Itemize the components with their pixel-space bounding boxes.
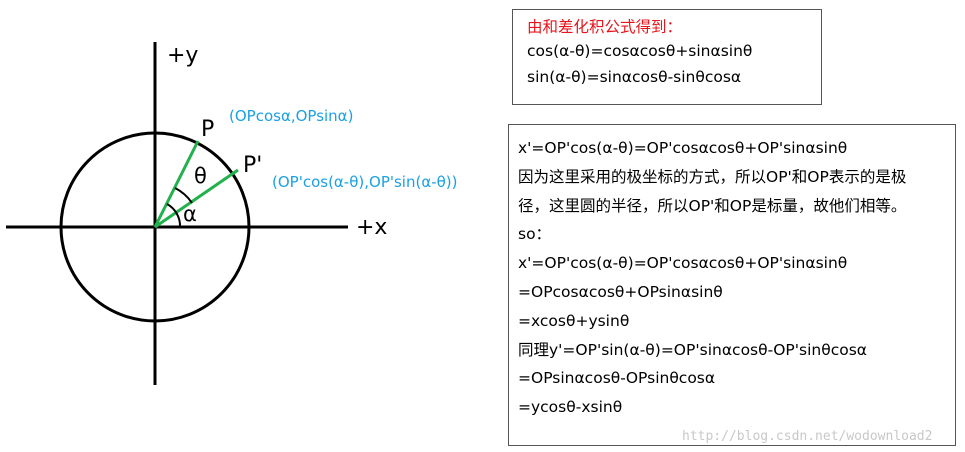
derivation-line: 径，这里圆的半径，所以OP'和OP是标量，故他们相等。 bbox=[518, 196, 907, 215]
sum-difference-formula-box: 由和差化积公式得到： cos(α-θ)=cosαcosθ+sinαsinθ si… bbox=[512, 9, 822, 105]
p-prime-coords-label: (OP'cos(α-θ),OP'sin(α-θ)) bbox=[272, 173, 458, 191]
formula-box-title: 由和差化积公式得到： bbox=[527, 18, 683, 36]
cos-difference-formula: cos(α-θ)=cosαcosθ+sinαsinθ bbox=[527, 42, 753, 60]
p-coords-label: (OPcosα,OPsinα) bbox=[229, 107, 353, 125]
derivation-line: =OPcosαcosθ+OPsinαsinθ bbox=[518, 282, 723, 301]
derivation-line: =ycosθ-xsinθ bbox=[518, 398, 623, 417]
sin-difference-formula: sin(α-θ)=sinαcosθ-sinθcosα bbox=[527, 68, 742, 86]
theta-label: θ bbox=[194, 164, 207, 188]
alpha-label: α bbox=[183, 202, 197, 226]
derivation-line: x'=OP'cos(α-θ)=OP'cosαcosθ+OP'sinαsinθ bbox=[518, 139, 848, 157]
point-p-label: P bbox=[201, 117, 214, 142]
derivation-line: 因为这里采用的极坐标的方式，所以OP'和OP表示的是极 bbox=[518, 167, 907, 186]
derivation-line: so： bbox=[518, 225, 552, 244]
y-axis-label: +y bbox=[167, 43, 198, 68]
derivation-line: =OPsinαcosθ-OPsinθcosα bbox=[518, 369, 716, 388]
derivation-line: =xcosθ+ysinθ bbox=[518, 311, 630, 330]
derivation-box: x'=OP'cos(α-θ)=OP'cosαcosθ+OP'sinαsinθ 因… bbox=[508, 124, 956, 446]
derivation-line: 同理y'=OP'sin(α-θ)=OP'sinαcosθ-OP'sinθcosα bbox=[518, 340, 867, 359]
x-axis-label: +x bbox=[356, 215, 387, 240]
unit-circle-diagram: +y +x P P' θ α (OPcosα,OPsinα) (OP'cos(α… bbox=[6, 42, 458, 385]
derivation-line: x'=OP'cos(α-θ)=OP'cosαcosθ+OP'sinαsinθ bbox=[518, 254, 848, 273]
theta-arc bbox=[174, 187, 193, 204]
watermark-url: http://blog.csdn.net/wodownload2 bbox=[682, 429, 933, 444]
point-p-prime-label: P' bbox=[243, 153, 262, 178]
